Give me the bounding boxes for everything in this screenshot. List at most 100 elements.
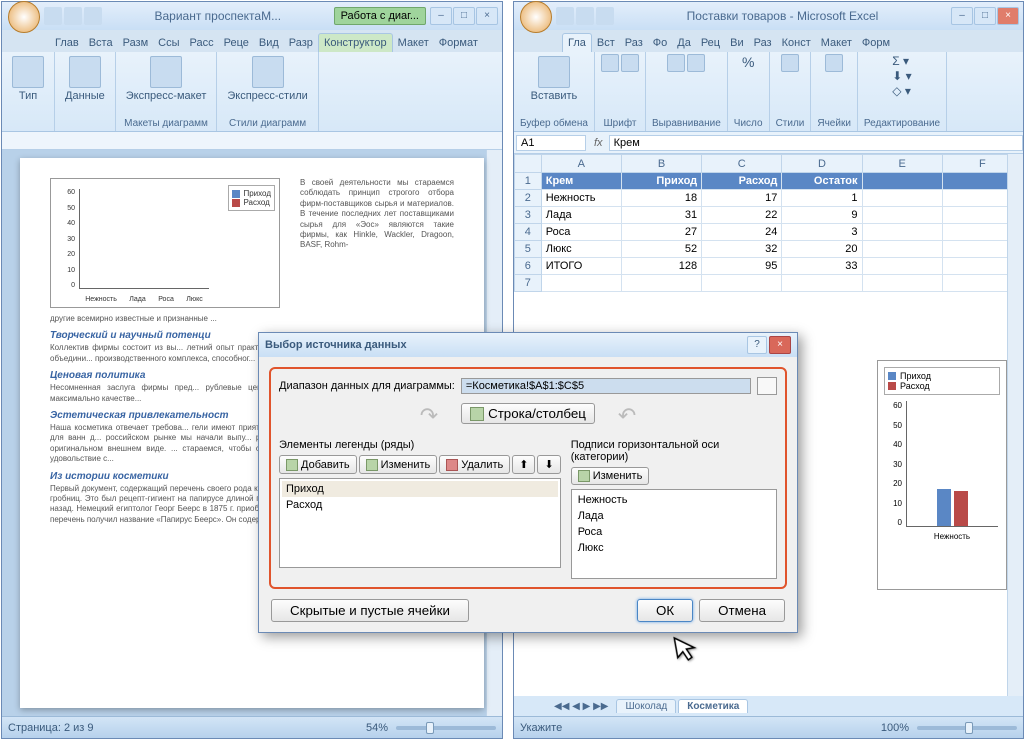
undo-icon[interactable] (64, 7, 82, 25)
list-item[interactable]: Приход (282, 481, 558, 497)
tab-chart-layout[interactable]: Макет (816, 34, 857, 52)
minimize-button[interactable]: – (951, 7, 973, 25)
horizontal-ruler[interactable] (2, 132, 502, 150)
minimize-button[interactable]: – (430, 7, 452, 25)
tab-format[interactable]: Форм (857, 34, 895, 52)
range-selector-icon[interactable] (757, 377, 777, 395)
excel-embedded-chart[interactable]: Приход Расход 0102030405060 Нежность (877, 360, 1007, 590)
list-item[interactable]: Расход (282, 497, 558, 513)
list-item[interactable]: Роса (574, 524, 774, 540)
cell[interactable]: Остаток (782, 173, 862, 190)
undo-icon[interactable] (576, 7, 594, 25)
cell[interactable] (862, 173, 942, 190)
cell[interactable]: Роса (541, 224, 621, 241)
dialog-titlebar[interactable]: Выбор источника данных ? × (259, 333, 797, 357)
cell[interactable]: Расход (702, 173, 782, 190)
tab-layout[interactable]: Разм (118, 34, 154, 52)
tab-design[interactable]: Конструктор (318, 33, 393, 52)
maximize-button[interactable]: □ (974, 7, 996, 25)
cell[interactable]: 9 (782, 207, 862, 224)
cell[interactable]: 18 (621, 190, 701, 207)
tab-layout[interactable]: Раз (620, 34, 648, 52)
clear-icon[interactable]: ◇ ▾ (892, 84, 911, 98)
fill-icon[interactable]: ⬇ ▾ (892, 69, 911, 83)
close-icon[interactable]: × (769, 336, 791, 354)
cell[interactable]: Приход (621, 173, 701, 190)
hidden-cells-button[interactable]: Скрытые и пустые ячейки (271, 599, 469, 622)
tab-format[interactable]: Формат (434, 34, 483, 52)
close-button[interactable]: × (997, 7, 1019, 25)
tab-design[interactable]: Конст (777, 34, 816, 52)
cancel-button[interactable]: Отмена (699, 599, 785, 622)
cell[interactable]: 17 (702, 190, 782, 207)
tab-references[interactable]: Ссы (153, 34, 184, 52)
cell[interactable]: ИТОГО (541, 258, 621, 275)
redo-icon[interactable] (84, 7, 102, 25)
edit-category-button[interactable]: Изменить (571, 467, 650, 485)
zoom-slider[interactable] (917, 726, 1017, 730)
cell[interactable] (862, 241, 942, 258)
move-up-button[interactable]: ⬆ (512, 455, 535, 474)
cell[interactable]: 27 (621, 224, 701, 241)
redo-icon[interactable] (596, 7, 614, 25)
switch-row-column-button[interactable]: Строка/столбец (461, 403, 595, 424)
autosum-icon[interactable]: Σ ▾ (892, 54, 911, 68)
cell[interactable] (862, 207, 942, 224)
list-item[interactable]: Люкс (574, 540, 774, 556)
page-indicator[interactable]: Страница: 2 из 9 (8, 722, 94, 734)
cell[interactable]: 31 (621, 207, 701, 224)
list-item[interactable]: Нежность (574, 492, 774, 508)
formula-input[interactable]: Крем (609, 135, 1023, 151)
tab-view[interactable]: Вид (254, 34, 284, 52)
quick-layout-button[interactable]: Экспресс-макет (122, 54, 211, 104)
cell[interactable]: 128 (621, 258, 701, 275)
series-listbox[interactable]: Приход Расход (279, 478, 561, 568)
chart-range-input[interactable]: =Косметика!$A$1:$C$5 (461, 378, 751, 394)
tab-mailings[interactable]: Расс (185, 34, 219, 52)
align-center-icon[interactable] (687, 54, 705, 72)
help-button[interactable]: ? (747, 336, 767, 354)
list-item[interactable]: Лада (574, 508, 774, 524)
italic-icon[interactable] (621, 54, 639, 72)
name-box[interactable]: A1 (516, 135, 586, 151)
maximize-button[interactable]: □ (453, 7, 475, 25)
zoom-slider[interactable] (396, 726, 496, 730)
quick-style-button[interactable]: Экспресс-стили (223, 54, 311, 104)
cell[interactable]: Люкс (541, 241, 621, 258)
save-icon[interactable] (556, 7, 574, 25)
cell[interactable]: 95 (702, 258, 782, 275)
category-listbox[interactable]: Нежность Лада Роса Люкс (571, 489, 777, 579)
bold-icon[interactable] (601, 54, 619, 72)
cell[interactable]: 3 (782, 224, 862, 241)
edit-series-button[interactable]: Изменить (359, 455, 438, 474)
cell[interactable]: Лада (541, 207, 621, 224)
chart-data-button[interactable]: Данные (61, 54, 109, 104)
cells-icon[interactable] (825, 54, 843, 72)
zoom-level[interactable]: 54% (366, 722, 388, 734)
ok-button[interactable]: ОК (637, 599, 693, 622)
cell[interactable]: Крем (541, 173, 621, 190)
cell[interactable]: 1 (782, 190, 862, 207)
office-button[interactable] (520, 1, 552, 33)
tab-home[interactable]: Гла (562, 33, 592, 52)
sheet-nav-icon[interactable]: ◀◀ ◀ ▶ ▶▶ (554, 701, 608, 712)
cell[interactable]: 22 (702, 207, 782, 224)
cell[interactable]: 24 (702, 224, 782, 241)
save-icon[interactable] (44, 7, 62, 25)
tab-data[interactable]: Да (672, 34, 696, 52)
cell[interactable]: 33 (782, 258, 862, 275)
tab-developer[interactable]: Раз (749, 34, 777, 52)
cell[interactable]: Нежность (541, 190, 621, 207)
tab-review[interactable]: Реце (219, 34, 254, 52)
cell[interactable]: 32 (702, 241, 782, 258)
align-left-icon[interactable] (667, 54, 685, 72)
tab-developer[interactable]: Разр (284, 34, 318, 52)
office-button[interactable] (8, 1, 40, 33)
tab-insert[interactable]: Вст (592, 34, 620, 52)
embedded-chart[interactable]: 0102030405060 НежностьЛадаРосаЛюкс Прихо… (50, 178, 280, 308)
sheet-tab-active[interactable]: Косметика (678, 699, 748, 713)
paste-button[interactable]: Вставить (527, 54, 582, 104)
tab-formulas[interactable]: Фо (648, 34, 672, 52)
fx-icon[interactable]: fx (588, 137, 609, 149)
sheet-tab[interactable]: Шоколад (616, 699, 676, 713)
